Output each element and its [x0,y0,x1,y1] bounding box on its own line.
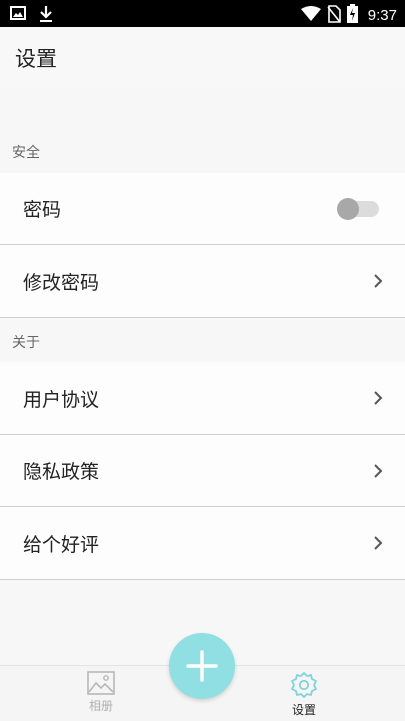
app-header: 设置 [0,27,405,87]
wifi-icon [300,5,321,26]
row-privacy-policy[interactable]: 隐私政策 [0,435,405,507]
nav-label-album: 相册 [88,699,113,713]
row-label-privacy-policy: 隐私政策 [23,461,100,483]
row-rate-us[interactable]: 给个好评 [0,507,405,580]
image-icon [10,5,26,27]
plus-icon [186,650,218,682]
nav-label-settings: 设置 [291,703,316,717]
chevron-right-icon [374,536,383,550]
chevron-right-icon [374,463,383,478]
row-label-change-password: 修改密码 [23,271,100,294]
no-sim-icon [327,4,341,27]
toggle-knob [337,197,359,220]
password-toggle[interactable] [337,197,379,220]
nav-item-settings[interactable]: 设置 [274,671,334,718]
row-label-user-agreement: 用户协议 [23,388,100,411]
page-title: 设置 [15,47,57,71]
section-label-security: 安全 [12,145,40,161]
row-label-password: 密码 [23,199,62,221]
status-time: 9:37 [367,7,397,24]
gear-icon [291,672,317,698]
status-bar: 9:37 [0,0,405,27]
section-label-about: 关于 [12,335,40,351]
row-password[interactable]: 密码 [0,173,405,245]
row-user-agreement[interactable]: 用户协议 [0,362,405,435]
battery-charging-icon [346,4,358,27]
chevron-right-icon [374,391,383,405]
chevron-right-icon [374,274,383,288]
add-button[interactable] [169,633,235,699]
image-icon [87,671,115,695]
download-icon [38,5,54,27]
row-change-password[interactable]: 修改密码 [0,245,405,318]
row-label-rate-us: 给个好评 [23,533,100,556]
nav-item-album[interactable]: 相册 [71,671,131,714]
